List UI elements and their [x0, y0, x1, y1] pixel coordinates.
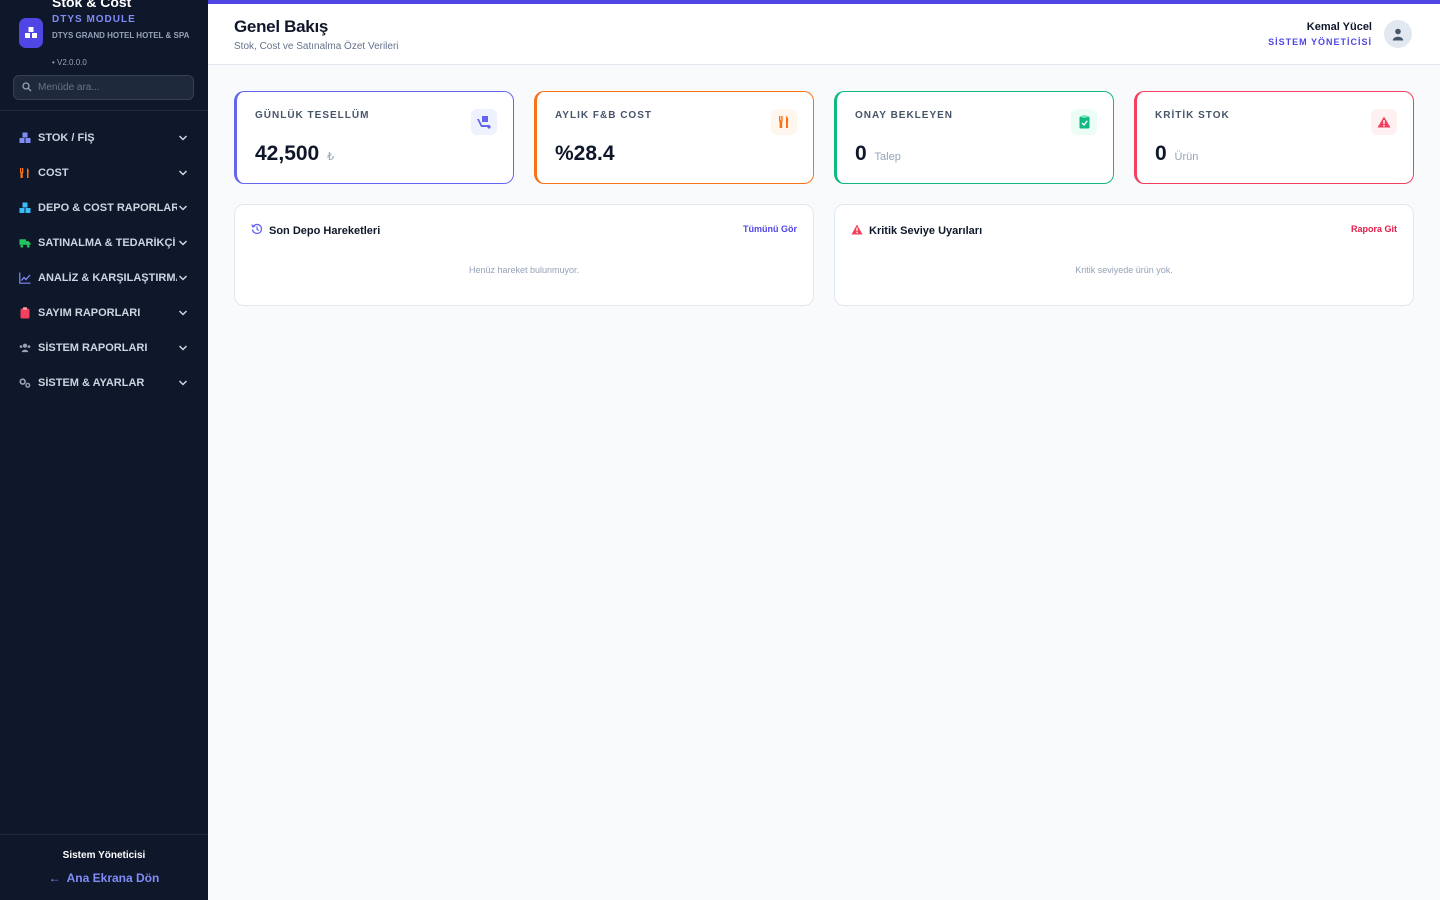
sidebar-item-cost[interactable]: COST: [0, 155, 208, 190]
brand-hotel: DTYS GRAND HOTEL HOTEL & SPA: [52, 31, 190, 40]
sidebar-footer: Sistem Yöneticisi ← Ana Ekrana Dön: [0, 834, 208, 900]
card-unit: Talep: [874, 151, 901, 163]
card-value-number: 0: [1155, 142, 1167, 165]
card-value-number: %28.4: [555, 142, 615, 165]
truck-icon: [19, 237, 31, 249]
sidebar-item-label: DEPO & COST RAPORLARI: [38, 201, 177, 214]
back-to-home-link[interactable]: ← Ana Ekrana Dön: [0, 871, 208, 885]
page-subtitle: Stok, Cost ve Satınalma Özet Verileri: [234, 41, 399, 52]
chart-line-icon: [19, 272, 31, 284]
header: Genel Bakış Stok, Cost ve Satınalma Özet…: [208, 4, 1440, 65]
chevron-down-icon: [177, 307, 189, 319]
utensils-icon: [19, 167, 31, 179]
panel-title: Son Depo Hareketleri: [269, 225, 381, 237]
chevron-down-icon: [177, 202, 189, 214]
card-value: 0 Talep: [855, 142, 901, 166]
avatar[interactable]: [1384, 20, 1412, 48]
search-input[interactable]: [38, 82, 188, 93]
chevron-down-icon: [177, 132, 189, 144]
panel-header: Son Depo Hareketleri: [251, 222, 380, 240]
chevron-down-icon: [177, 167, 189, 179]
card-label: AYLIK F&B COST: [555, 110, 652, 121]
clipboard-check-icon: [1071, 109, 1097, 135]
chevron-down-icon: [177, 342, 189, 354]
sidebar-item-label: COST: [38, 166, 69, 179]
brand-module: DTYS MODULE: [52, 14, 136, 25]
user-role: SİSTEM YÖNETİCİSİ: [1268, 37, 1372, 47]
card-label: GÜNLÜK TESELLÜM: [255, 110, 370, 121]
card-label: ONAY BEKLEYEN: [855, 110, 954, 121]
history-icon: [251, 222, 263, 240]
clipboard-icon: [19, 306, 31, 319]
critical-alerts-panel: Kritik Seviye Uyarıları Rapora Git Kriti…: [834, 204, 1414, 306]
sidebar-item-sayim-raporlari[interactable]: SAYIM RAPORLARI: [0, 295, 208, 330]
sidebar-item-satinalma-tedarikci[interactable]: SATINALMA & TEDARİKÇİ: [0, 225, 208, 260]
search-icon: [22, 79, 32, 97]
sidebar-item-label: SATINALMA & TEDARİKÇİ: [38, 236, 176, 249]
stat-card-gunluk-tesellum[interactable]: GÜNLÜK TESELLÜM 42,500 ₺: [234, 91, 514, 184]
back-to-home-label: Ana Ekrana Dön: [66, 871, 160, 885]
page-title: Genel Bakış: [234, 17, 329, 36]
empty-state: Kritik seviyede ürün yok.: [1075, 265, 1173, 275]
utensils-icon: [771, 109, 797, 135]
sidebar-item-depo-cost-raporlari[interactable]: DEPO & COST RAPORLARI: [0, 190, 208, 225]
sidebar-divider: [0, 110, 208, 111]
warehouse-icon: [19, 202, 31, 214]
user-icon: [1392, 28, 1404, 40]
chevron-down-icon: [177, 272, 189, 284]
card-unit: Ürün: [1174, 151, 1199, 163]
sidebar-item-label: SİSTEM RAPORLARI: [38, 341, 148, 354]
chevron-down-icon: [177, 377, 189, 389]
card-value: 42,500 ₺: [255, 142, 334, 166]
brand-version: • V2.0.0.0: [52, 58, 87, 67]
user-name: Kemal Yücel: [1306, 21, 1372, 33]
sidebar-nav: STOK / FİŞ COST DEPO & COST RAPORLARI SA…: [0, 120, 208, 400]
sidebar: Stok & Cost DTYS MODULE DTYS GRAND HOTEL…: [0, 0, 208, 900]
sidebar-item-label: STOK / FİŞ: [38, 131, 95, 144]
sidebar-item-label: SAYIM RAPORLARI: [38, 306, 141, 319]
card-value-number: 0: [855, 142, 867, 165]
stat-card-aylik-fb-cost[interactable]: AYLIK F&B COST %28.4: [534, 91, 814, 184]
warning-icon: [1371, 109, 1397, 135]
warning-icon: [851, 222, 863, 240]
gears-icon: [19, 377, 31, 389]
go-to-report-link[interactable]: Rapora Git: [1351, 224, 1397, 234]
chevron-down-icon: [177, 237, 189, 249]
card-value: %28.4: [555, 142, 615, 166]
card-unit: ₺: [327, 151, 335, 163]
brand-title: Stok & Cost: [52, 0, 132, 10]
card-value: 0 Ürün: [1155, 142, 1198, 166]
brand: Stok & Cost DTYS MODULE DTYS GRAND HOTEL…: [0, 0, 208, 67]
arrow-left-icon: ←: [48, 871, 61, 885]
panel-header: Kritik Seviye Uyarıları: [851, 222, 982, 240]
empty-state: Henüz hareket bulunmuyor.: [468, 265, 580, 275]
recent-movements-panel: Son Depo Hareketleri Tümünü Gör Henüz ha…: [234, 204, 814, 306]
menu-search[interactable]: [13, 75, 194, 100]
sidebar-item-stok-fis[interactable]: STOK / FİŞ: [0, 120, 208, 155]
stat-card-onay-bekleyen[interactable]: ONAY BEKLEYEN 0 Talep: [834, 91, 1114, 184]
sidebar-item-sistem-raporlari[interactable]: SİSTEM RAPORLARI: [0, 330, 208, 365]
sidebar-item-label: ANALİZ & KARŞILAŞTIRMA: [38, 271, 177, 284]
users-icon: [19, 342, 31, 354]
sidebar-item-sistem-ayarlar[interactable]: SİSTEM & AYARLAR: [0, 365, 208, 400]
truck-ramp-icon: [471, 109, 497, 135]
stat-card-kritik-stok[interactable]: KRİTİK STOK 0 Ürün: [1134, 91, 1414, 184]
boxes-icon: [19, 132, 31, 144]
sidebar-item-analiz-karsilastirma[interactable]: ANALİZ & KARŞILAŞTIRMA: [0, 260, 208, 295]
card-value-number: 42,500: [255, 142, 320, 165]
boxes-logo-icon: [19, 18, 43, 48]
panel-title: Kritik Seviye Uyarıları: [869, 225, 983, 237]
sidebar-item-label: SİSTEM & AYARLAR: [38, 376, 145, 389]
card-label: KRİTİK STOK: [1155, 110, 1230, 121]
view-all-link[interactable]: Tümünü Gör: [743, 224, 797, 234]
footer-role: Sistem Yöneticisi: [62, 850, 146, 861]
